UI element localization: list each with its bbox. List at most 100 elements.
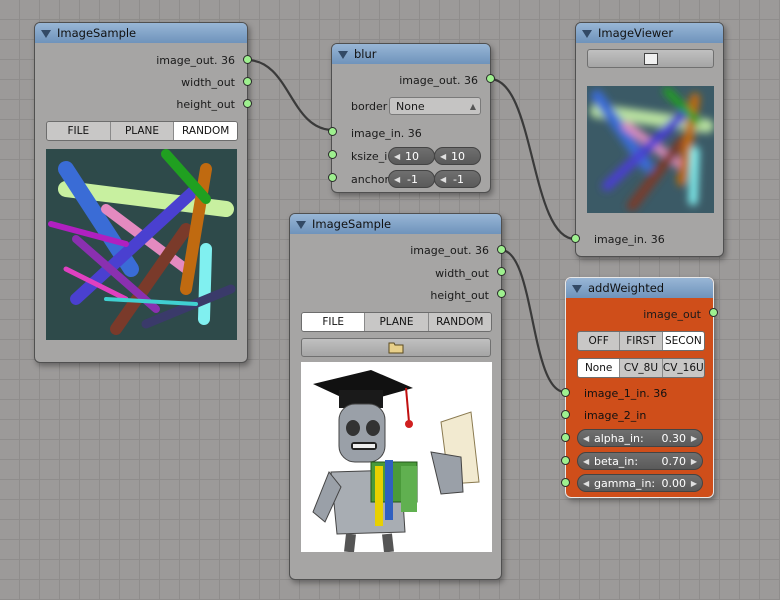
socket-weighted-image-2-in[interactable] <box>561 410 570 419</box>
socket-sample1-image-out[interactable] <box>243 55 252 64</box>
wire-sample2-to-weighted <box>500 248 566 394</box>
node-header[interactable]: blur <box>332 44 490 64</box>
image-preview <box>301 362 492 552</box>
add-weighted-node[interactable]: addWeighted image_out OFF FIRST SECON No… <box>565 277 714 498</box>
anchor-x-field[interactable]: ◀ -1 <box>388 170 435 188</box>
collapse-triangle-icon[interactable] <box>296 221 306 229</box>
border-value: None <box>396 100 425 113</box>
socket-weighted-beta[interactable] <box>561 456 570 465</box>
input-image-in: image_in. 36 <box>351 127 422 140</box>
mode-selector-row1[interactable]: OFF FIRST SECON <box>577 331 705 351</box>
socket-blur-image-in[interactable] <box>328 127 337 136</box>
mode-file-button[interactable]: FILE <box>47 122 111 140</box>
socket-weighted-gamma[interactable] <box>561 478 570 487</box>
ksize-x-field[interactable]: ◀ 10 <box>388 147 435 165</box>
node-header[interactable]: ImageSample <box>35 23 247 43</box>
output-width-out: width_out <box>435 267 489 280</box>
wire-sample1-to-blur <box>246 58 334 132</box>
border-dropdown[interactable]: None ▲ <box>389 97 481 115</box>
screen-icon <box>643 52 658 65</box>
gamma-label: gamma_in: <box>594 477 656 490</box>
beta-value: 0.70 <box>661 455 687 468</box>
anchor-label: anchor <box>351 173 389 186</box>
increment-arrow-icon[interactable]: ▶ <box>691 475 697 493</box>
updown-arrows-icon: ▲ <box>469 102 476 111</box>
mode-random-button[interactable]: RANDOM <box>174 122 237 140</box>
decrement-arrow-icon[interactable]: ◀ <box>583 430 589 448</box>
node-header[interactable]: addWeighted <box>566 278 713 298</box>
decrement-arrow-icon[interactable]: ◀ <box>440 171 446 189</box>
socket-weighted-image-1-in[interactable] <box>561 388 570 397</box>
output-height-out: height_out <box>176 98 235 111</box>
dtype-selector[interactable]: None CV_8U CV_16U <box>577 358 705 378</box>
socket-sample1-height-out[interactable] <box>243 99 252 108</box>
alpha-value: 0.30 <box>661 432 687 445</box>
gamma-field[interactable]: ◀ gamma_in: 0.00 ▶ <box>577 474 703 492</box>
collapse-triangle-icon[interactable] <box>338 51 348 59</box>
image-preview <box>587 86 714 213</box>
socket-blur-image-out[interactable] <box>486 74 495 83</box>
node-title: ImageSample <box>312 217 392 231</box>
mode-selector[interactable]: FILE PLANE RANDOM <box>46 121 238 141</box>
ksize-label: ksize_i <box>351 150 388 163</box>
mode-off-button[interactable]: OFF <box>578 332 621 350</box>
mode-second-button[interactable]: SECON <box>662 332 704 350</box>
beta-field[interactable]: ◀ beta_in: 0.70 ▶ <box>577 452 703 470</box>
decrement-arrow-icon[interactable]: ◀ <box>583 453 589 471</box>
mode-plane-button[interactable]: PLANE <box>110 122 175 140</box>
socket-weighted-image-out[interactable] <box>709 308 718 317</box>
collapse-triangle-icon[interactable] <box>572 285 582 293</box>
mode-first-button[interactable]: FIRST <box>620 332 663 350</box>
decrement-arrow-icon[interactable]: ◀ <box>440 148 446 166</box>
socket-sample2-image-out[interactable] <box>497 245 506 254</box>
node-title: addWeighted <box>588 281 665 295</box>
node-header[interactable]: ImageSample <box>290 214 501 234</box>
socket-blur-anchor[interactable] <box>328 173 337 182</box>
output-image-out: image_out <box>643 308 701 321</box>
dtype-none-button[interactable]: None <box>578 359 621 377</box>
socket-viewer-image-in[interactable] <box>571 234 580 243</box>
ksize-y-field[interactable]: ◀ 10 <box>434 147 481 165</box>
blur-node[interactable]: blur image_out. 36 border None ▲ image_i… <box>331 43 491 193</box>
node-title: ImageSample <box>57 26 137 40</box>
border-label: border <box>351 100 388 113</box>
socket-weighted-alpha[interactable] <box>561 433 570 442</box>
decrement-arrow-icon[interactable]: ◀ <box>394 171 400 189</box>
folder-icon <box>388 342 404 354</box>
dtype-cv8u-button[interactable]: CV_8U <box>620 359 663 377</box>
collapse-triangle-icon[interactable] <box>582 30 592 38</box>
mode-random-button[interactable]: RANDOM <box>428 313 491 331</box>
image-sample-node-2[interactable]: ImageSample image_out. 36 width_out heig… <box>289 213 502 580</box>
collapse-triangle-icon[interactable] <box>41 30 51 38</box>
socket-sample2-width-out[interactable] <box>497 267 506 276</box>
image-sample-node-1[interactable]: ImageSample image_out. 36 width_out heig… <box>34 22 248 363</box>
decrement-arrow-icon[interactable]: ◀ <box>583 475 589 493</box>
beta-label: beta_in: <box>594 455 639 468</box>
image-viewer-node[interactable]: ImageViewer image_in. 36 <box>575 22 724 257</box>
mode-selector[interactable]: FILE PLANE RANDOM <box>301 312 492 332</box>
input-image-1-in: image_1_in. 36 <box>584 387 668 400</box>
socket-blur-ksize[interactable] <box>328 150 337 159</box>
decrement-arrow-icon[interactable]: ◀ <box>394 148 400 166</box>
node-title: ImageViewer <box>598 26 674 40</box>
anchor-y-field[interactable]: ◀ -1 <box>434 170 481 188</box>
node-header[interactable]: ImageViewer <box>576 23 723 43</box>
alpha-field[interactable]: ◀ alpha_in: 0.30 ▶ <box>577 429 703 447</box>
socket-sample1-width-out[interactable] <box>243 77 252 86</box>
open-file-button[interactable] <box>301 338 491 357</box>
image-preview <box>46 149 237 340</box>
view-button[interactable] <box>587 49 714 68</box>
output-width-out: width_out <box>181 76 235 89</box>
increment-arrow-icon[interactable]: ▶ <box>691 453 697 471</box>
mode-file-button[interactable]: FILE <box>302 313 366 331</box>
alpha-label: alpha_in: <box>594 432 644 445</box>
wire-blur-to-viewer <box>489 77 576 241</box>
increment-arrow-icon[interactable]: ▶ <box>691 430 697 448</box>
output-image-out: image_out. 36 <box>156 54 235 67</box>
input-image-in: image_in. 36 <box>594 233 665 246</box>
output-image-out: image_out. 36 <box>399 74 478 87</box>
socket-sample2-height-out[interactable] <box>497 289 506 298</box>
dtype-cv16u-button[interactable]: CV_16U <box>662 359 704 377</box>
mode-plane-button[interactable]: PLANE <box>365 313 429 331</box>
gamma-value: 0.00 <box>661 477 687 490</box>
